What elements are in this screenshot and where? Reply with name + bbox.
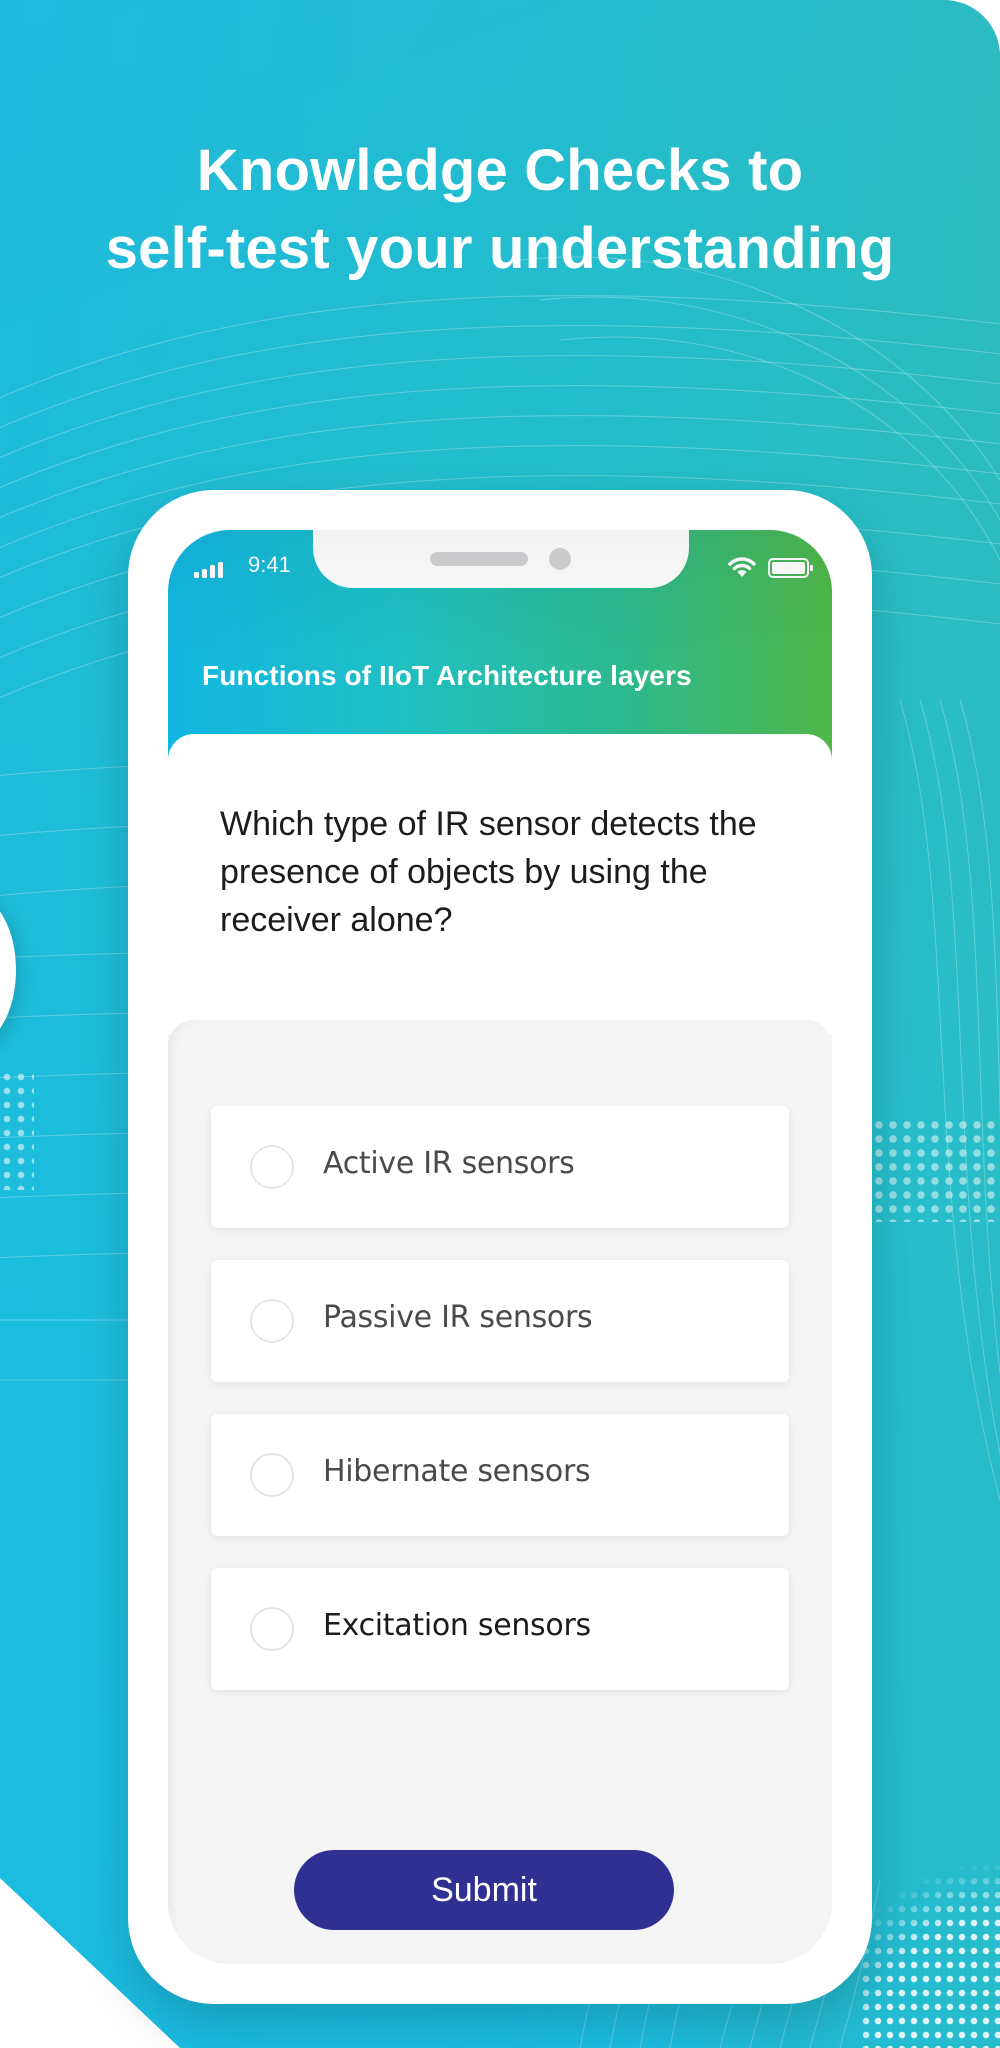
option-label: Passive IR sensors	[323, 1300, 593, 1335]
answer-option[interactable]: Passive IR sensors	[211, 1260, 789, 1382]
speaker-grille	[430, 552, 528, 566]
promo-headline: Knowledge Checks to self-test your under…	[0, 132, 1000, 288]
front-camera	[549, 548, 571, 570]
quiz-topic-title: Functions of IIoT Architecture layers	[202, 660, 692, 691]
submit-button[interactable]: Submit	[294, 1850, 674, 1930]
question-card: Which type of IR sensor detects the pres…	[168, 734, 832, 1034]
answer-option[interactable]: Active IR sensors	[211, 1106, 789, 1228]
question-text: Which type of IR sensor detects the pres…	[220, 805, 757, 939]
battery-icon	[768, 558, 813, 578]
radio-button[interactable]	[250, 1453, 294, 1497]
phone-frame: 9:41 Functions of IIoT Architecture laye…	[128, 490, 872, 2004]
answer-options: Active IR sensors Passive IR sensors Hib…	[168, 1020, 832, 1964]
answer-option[interactable]: Hibernate sensors	[211, 1414, 789, 1536]
phone-screen: 9:41 Functions of IIoT Architecture laye…	[168, 530, 832, 1964]
dot-pattern-decoration	[0, 1070, 34, 1190]
radio-button[interactable]	[250, 1145, 294, 1189]
signal-icon	[194, 562, 223, 578]
headline-line-2: self-test your understanding	[105, 216, 895, 281]
status-time: 9:41	[248, 552, 291, 577]
headline-line-1: Knowledge Checks to	[196, 138, 804, 203]
dot-pattern-decoration	[872, 1118, 1000, 1222]
phone-notch	[313, 530, 689, 588]
option-label: Hibernate sensors	[323, 1454, 591, 1489]
dot-pattern-decoration	[860, 1860, 1000, 2048]
option-label: Excitation sensors	[323, 1608, 591, 1643]
answer-option[interactable]: Excitation sensors	[211, 1568, 789, 1690]
radio-button[interactable]	[250, 1299, 294, 1343]
wifi-icon	[728, 557, 756, 577]
radio-button[interactable]	[250, 1607, 294, 1651]
option-label: Active IR sensors	[323, 1146, 575, 1181]
